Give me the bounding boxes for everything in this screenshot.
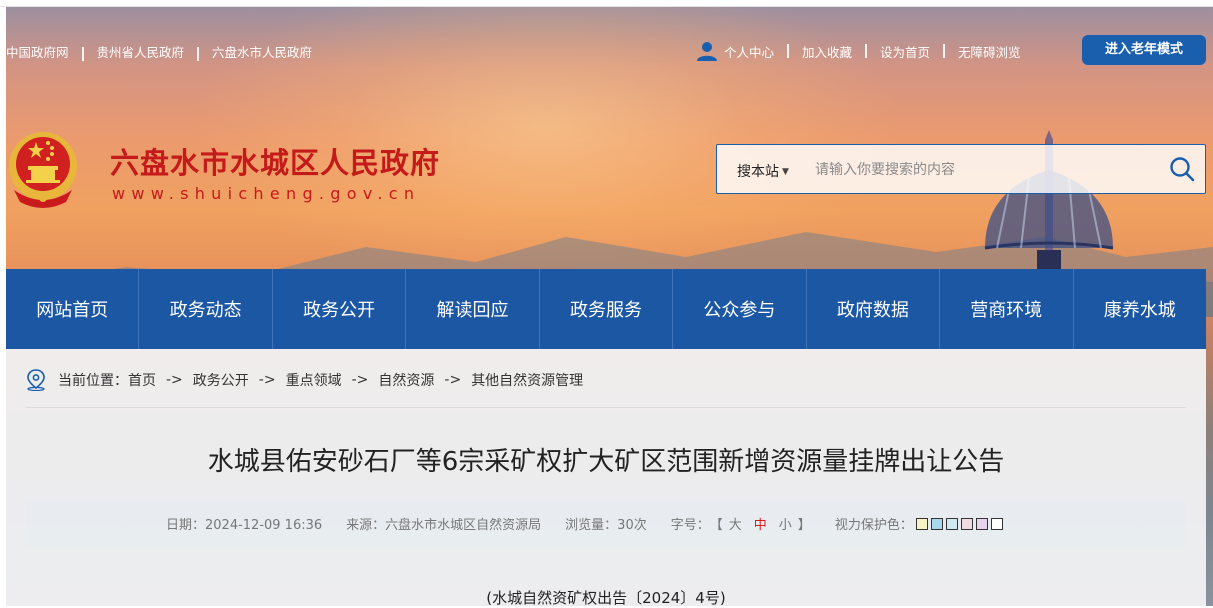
nav-interpretation[interactable]: 解读回应 xyxy=(406,269,540,349)
user-icon[interactable] xyxy=(696,41,718,61)
eye-color-swatch-lightblue[interactable] xyxy=(945,517,958,530)
nav-disclosure[interactable]: 政务公开 xyxy=(273,269,407,349)
content-panel: 当前位置： 首页 -> 政务公开 -> 重点领域 -> 自然资源 -> 其他自然… xyxy=(6,349,1206,607)
browser-top-edge xyxy=(0,0,1213,7)
breadcrumb: 当前位置： 首页 -> 政务公开 -> 重点领域 -> 自然资源 -> 其他自然… xyxy=(26,369,583,391)
eye-color-swatch-yellow[interactable] xyxy=(915,517,928,530)
breadcrumb-disclosure[interactable]: 政务公开 xyxy=(193,370,249,390)
location-pin-icon xyxy=(27,369,45,391)
font-size-medium[interactable]: 中 xyxy=(754,514,767,533)
national-emblem-icon[interactable] xyxy=(6,128,80,210)
site-title[interactable]: 六盘水市水城区人民政府 xyxy=(110,140,440,182)
font-bracket-close: 】 xyxy=(797,518,811,533)
eye-protection-label: 视力保护色： xyxy=(834,518,913,533)
user-links: 个人中心 加入收藏 设为首页 无障碍浏览 xyxy=(696,41,1021,61)
nav-data[interactable]: 政府数据 xyxy=(807,269,941,349)
link-set-homepage[interactable]: 设为首页 xyxy=(880,42,930,61)
divider xyxy=(81,46,84,61)
eye-color-swatch-purple[interactable] xyxy=(975,517,988,530)
divider xyxy=(197,46,200,61)
search-input[interactable] xyxy=(813,157,1147,183)
article-meta-bar: 日期：2024-12-09 16:36 来源：六盘水市水城区自然资源局 浏览量：… xyxy=(26,499,1186,547)
breadcrumb-arrow: -> xyxy=(166,372,183,388)
link-guizhou[interactable]: 贵州省人民政府 xyxy=(97,45,185,60)
link-personal-center[interactable]: 个人中心 xyxy=(724,42,774,61)
link-gov-cn[interactable]: 中国政府网 xyxy=(6,45,69,60)
link-add-favorite[interactable]: 加入收藏 xyxy=(802,42,852,61)
search-box: 搜本站 ▼ xyxy=(716,144,1206,194)
font-size-large[interactable]: 大 xyxy=(729,514,742,533)
font-size-small[interactable]: 小 xyxy=(779,514,792,533)
eye-color-swatch-blue[interactable] xyxy=(930,517,943,530)
nav-services[interactable]: 政务服务 xyxy=(540,269,674,349)
divider xyxy=(787,44,790,58)
article-views: 浏览量：30次 xyxy=(565,518,647,533)
nav-business[interactable]: 营商环境 xyxy=(940,269,1074,349)
breadcrumb-prefix: 当前位置： xyxy=(58,373,128,389)
breadcrumb-natural-resources[interactable]: 自然资源 xyxy=(378,370,434,390)
font-bracket-open: 【 xyxy=(709,518,723,533)
article-date: 日期：2024-12-09 16:36 xyxy=(166,518,323,533)
elder-mode-button[interactable]: 进入老年模式 xyxy=(1082,35,1206,65)
link-liupanshui[interactable]: 六盘水市人民政府 xyxy=(212,45,312,60)
eye-color-swatch-white[interactable] xyxy=(990,517,1003,530)
search-scope-dropdown[interactable]: 搜本站 ▼ xyxy=(737,161,789,181)
document-number: (水城自然资矿权出告〔2024〕4号) xyxy=(486,589,726,607)
breadcrumb-arrow: -> xyxy=(351,372,369,388)
search-icon[interactable] xyxy=(1169,156,1195,182)
breadcrumb-key-areas[interactable]: 重点领域 xyxy=(286,370,342,390)
nav-wellness[interactable]: 康养水城 xyxy=(1074,269,1206,349)
nav-participation[interactable]: 公众参与 xyxy=(673,269,807,349)
nav-home[interactable]: 网站首页 xyxy=(6,269,140,349)
divider xyxy=(943,44,946,58)
article-source: 来源：六盘水市水城区自然资源局 xyxy=(346,518,542,533)
site-url: www.shuicheng.gov.cn xyxy=(112,184,421,203)
font-size-label: 字号： xyxy=(670,518,710,533)
breadcrumb-arrow: -> xyxy=(258,372,276,388)
nav-news[interactable]: 政务动态 xyxy=(139,269,273,349)
article-title: 水城县佑安砂石厂等6宗采矿权扩大矿区范围新增资源量挂牌出让公告 xyxy=(207,447,1005,477)
caret-down-icon: ▼ xyxy=(782,167,789,177)
eye-color-swatch-pink[interactable] xyxy=(960,517,973,530)
external-links: 中国政府网 贵州省人民政府 六盘水市人民政府 xyxy=(6,42,312,61)
breadcrumb-arrow: -> xyxy=(444,372,462,388)
divider xyxy=(865,44,868,58)
link-accessibility[interactable]: 无障碍浏览 xyxy=(958,42,1021,61)
main-nav: 网站首页 政务动态 政务公开 解读回应 政务服务 公众参与 政府数据 营商环境 … xyxy=(6,269,1206,349)
breadcrumb-home[interactable]: 首页 xyxy=(128,370,156,390)
breadcrumb-divider xyxy=(26,407,1186,408)
breadcrumb-other-management[interactable]: 其他自然资源管理 xyxy=(471,370,583,390)
